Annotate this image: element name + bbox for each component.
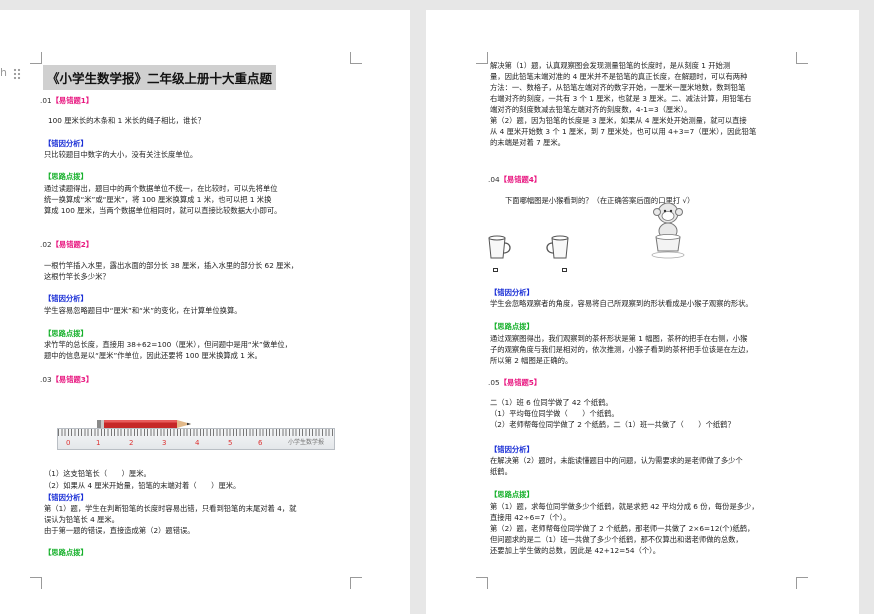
question-5-text-line: 二（1）班 6 位同学做了 42 个纸鹤。 [490,398,613,407]
margin-mark-bottom-right [350,577,362,589]
answer-checkbox-2[interactable] [562,268,567,272]
ruler-number: 5 [228,439,233,447]
margin-mark-bottom-right [796,577,808,589]
margin-mark-top-left [30,52,42,64]
question-2-text-line: 一根竹竿插入水里，露出水面的部分长 38 厘米，插入水里的部分长 62 厘米， [44,261,299,270]
margin-mark-top-right [796,52,808,64]
question-3-idea-line: 端对齐的刻度数减去铅笔左端对齐的刻度数，4-1=3（厘米）。 [490,105,692,114]
question-5-idea-line: 还要加上学生做的总数，因此是 42+12=54（个）。 [490,546,661,555]
question-2-error-text: 学生容易忽略题目中“厘米”和“米”的变化，在计算单位换算。 [44,306,242,315]
question-1-idea-line: 通过读题得出，题目中的两个数据单位不统一，在比较时，可以先将单位 [44,184,278,193]
question-3-text-line: （2）如果从 4 厘米开始量，铅笔的末端对着（ ）厘米。 [44,481,241,490]
question-4-heading: .04【易错题4】 [488,175,542,184]
question-4-idea-line: 所以第 2 幅图是正确的。 [490,356,573,365]
question-1-error-label: 【错因分析】 [44,139,88,148]
question-4-idea-label: 【思路点拨】 [490,322,534,331]
ruler-number: 3 [162,439,167,447]
question-2-error-label: 【错因分析】 [44,294,88,303]
question-4-idea-line: 子的观察角度与我们是相对的，依次推测，小猴子看到的茶杯把手位该是在左边， [490,345,753,354]
question-3-error-line: 误认为铅笔长 4 厘米。 [44,515,119,524]
ruler-watermark: 小学生数学报 [288,439,325,446]
drag-handle-icon[interactable] [13,68,21,80]
ruler-number: 2 [129,439,134,447]
monkey-with-cup-image [651,202,685,259]
answer-checkbox-1[interactable] [493,268,498,272]
question-3-error-label: 【错因分析】 [44,493,88,502]
question-5-idea-line: 但问题求的是二（1）班一共做了多少个纸鹤，那不仅算出和谐老师做的总数， [490,535,743,544]
question-3-idea-line: 解决第（1）题，认真观察图会发现测量铅笔的长度时，是从刻度 1 开始测 [490,61,731,70]
question-3-error-line: 由于第一题的错误，直接造成第（2）题错误。 [44,526,195,535]
question-3-idea-line: 的末端是对着 7 厘米。 [490,138,565,147]
question-1-idea-label: 【思路点拨】 [44,172,88,181]
question-4-error-label: 【错因分析】 [490,288,534,297]
question-1-error-text: 只比较题目中数字的大小，没有关注长度单位。 [44,150,198,159]
question-2-heading: .02【易错题2】 [40,240,94,249]
question-3-text-line: （1）这支铅笔长（ ）厘米。 [44,469,151,478]
question-5-idea-line: 第（2）题，老师帮每位同学做了 2 个纸鹤，那老师一共做了 2×6=12(个)纸… [490,524,755,533]
document-title: 《小学生数学报》二年级上册十大重点题 [43,65,277,90]
ruler-number: 1 [96,439,101,447]
ruler-ticks [58,429,334,436]
question-3-error-line: 第（1）题，学生在判断铅笔的长度时容易出错，只看到铅笔的末尾对着 4，就 [44,504,297,513]
margin-mark-top-left [476,52,488,64]
question-2-idea-label: 【思路点拨】 [44,329,88,338]
question-1-idea-line: 算成 100 厘米，当两个数据单位相同时，就可以直接比较数据大小即可。 [44,206,282,215]
question-1-heading: .01【易错题1】 [40,96,94,105]
question-5-idea-line: 直接用 42÷6=7（个）。 [490,513,571,522]
margin-mark-bottom-left [30,577,42,589]
ruler-number: 0 [66,439,71,447]
question-5-error-label: 【错因分析】 [490,445,534,454]
question-1-idea-line: 统一换算成“米”或“厘米”，将 100 厘米换算成 1 米，也可以把 1 米换 [44,195,272,204]
heading-marker-icon: h [0,66,7,79]
margin-mark-bottom-left [476,577,488,589]
question-5-idea-line: 第（1）题，求每位同学做多少个纸鹤，就是求把 42 平均分成 6 份，每份是多少… [490,502,759,511]
question-3-idea-line: 右端对齐的刻度，一共有 3 个 1 厘米，也就是 3 厘米。二、减法计算，用铅笔… [490,94,752,103]
document-page-left: h 《小学生数学报》二年级上册十大重点题 .01【易错题1】 100 厘米长的木… [0,10,410,614]
cup-handle-right-image [488,235,511,259]
margin-mark-top-right [350,52,362,64]
question-3-idea-label: 【思路点拨】 [44,548,88,557]
question-5-error-line: 纸鹤。 [490,467,512,476]
question-5-error-line: 在解决第（2）题时，未能读懂题目中的问题，认为需要求的是老师做了多少个 [490,456,743,465]
question-3-idea-line: 量，因此铅笔末端对准的 4 厘米并不是铅笔的真正长度，在解题时，可以有两种 [490,72,748,81]
question-5-text-line: （2）老师帮每位同学做了 2 个纸鹤，二（1）班一共做了（ ）个纸鹤？ [490,420,735,429]
question-4-error-text: 学生会忽略观察者的角度，容易将自己所观察到的形状看成是小猴子观察的形状。 [490,299,753,308]
question-3-idea-line: 第（2）题，因为铅笔的长度是 3 厘米，如果从 4 厘米处开始测量，就可以直接 [490,116,747,125]
question-5-heading: .05【易错题5】 [488,378,542,387]
question-1-text: 100 厘米长的木条和 1 米长的绳子相比，谁长？ [48,116,205,125]
question-3-heading: .03【易错题3】 [40,375,94,384]
question-3-idea-line: 方法：一、数格子，从铅笔左端对齐的数字开始，一厘米一厘米地数，数到铅笔 [490,83,746,92]
ruler-image: 0 1 2 3 4 5 6 小学生数学报 [57,428,335,450]
question-3-idea-line: 从 4 厘米开始数 3 个 1 厘米，到 7 厘米处，也可以用 4+3=7（厘米… [490,127,757,136]
question-2-idea-line: 求竹竿的总长度，直接用 38+62=100（厘米），但问题中是用“米”做单位， [44,340,292,349]
question-4-idea-line: 通过观察图得出，我们观察到的茶杯形状是第 1 幅图，茶杯的把手在右侧，小猴 [490,334,748,343]
ruler-number: 4 [195,439,200,447]
ruler-number: 6 [258,439,263,447]
question-5-text-line: （1）平均每位同学做（ ）个纸鹤。 [490,409,619,418]
question-2-idea-line: 题中的信息是以“厘米”作单位，因此还要将 100 厘米换算成 1 米。 [44,351,262,360]
question-5-idea-label: 【思路点拨】 [490,490,534,499]
cup-handle-left-image [546,235,569,259]
question-2-text-line: 这根竹竿长多少米？ [44,272,110,281]
